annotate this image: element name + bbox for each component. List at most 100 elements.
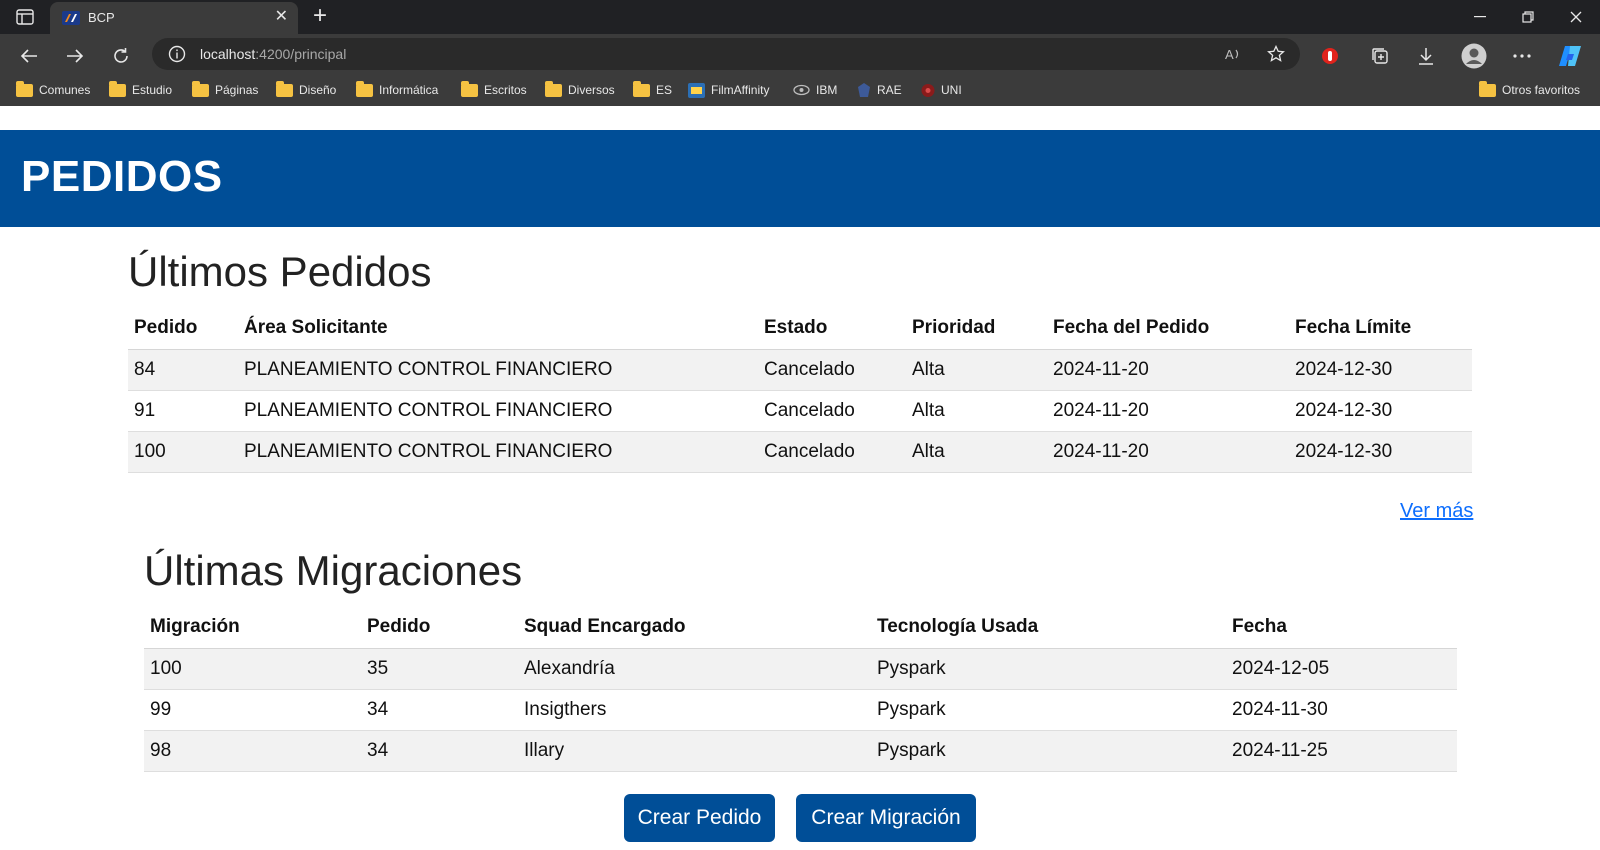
more-options-icon[interactable] — [1508, 42, 1536, 70]
uni-icon — [921, 83, 935, 97]
url-host: localhost — [200, 46, 256, 62]
site-info-icon[interactable] — [168, 45, 186, 68]
minimize-icon[interactable] — [1470, 7, 1490, 27]
table-row[interactable]: 91 PLANEAMIENTO CONTROL FINANCIERO Cance… — [128, 390, 1472, 432]
bookmark-informatica[interactable]: Informática — [356, 80, 438, 100]
download-icon[interactable] — [1412, 42, 1440, 70]
bookmarks-bar: Comunes Estudio Páginas Diseño Informáti… — [0, 74, 1600, 106]
table-cell: Pyspark — [871, 689, 1226, 731]
table-cell: 2024-12-30 — [1289, 390, 1472, 432]
migraciones-table: Migración Pedido Squad Encargado Tecnolo… — [144, 606, 1457, 772]
table-cell: 2024-11-30 — [1226, 689, 1457, 731]
bookmark-comunes[interactable]: Comunes — [16, 80, 90, 100]
rae-icon — [858, 83, 870, 97]
table-cell: Alta — [906, 349, 1047, 391]
copilot-icon[interactable] — [1556, 42, 1584, 70]
ver-mas-link[interactable]: Ver más — [1400, 500, 1473, 523]
table-cell: 100 — [128, 431, 238, 473]
page-title: PEDIDOS — [21, 152, 223, 201]
pedidos-section-title: Últimos Pedidos — [128, 248, 432, 295]
bookmark-es[interactable]: ES — [633, 80, 672, 100]
folder-icon — [192, 80, 209, 97]
bookmark-diseno[interactable]: Diseño — [276, 80, 336, 100]
bookmark-otros-favoritos[interactable]: Otros favoritos — [1479, 80, 1580, 100]
crear-pedido-button[interactable]: Crear Pedido — [624, 794, 775, 842]
table-header-row: Pedido Área Solicitante Estado Prioridad… — [128, 307, 1472, 350]
migraciones-section-title: Últimas Migraciones — [144, 547, 523, 594]
table-cell: 2024-11-20 — [1047, 390, 1289, 432]
column-header: Fecha — [1226, 606, 1457, 649]
bcp-favicon-icon — [62, 11, 80, 25]
back-icon[interactable] — [15, 42, 43, 70]
table-cell: 100 — [144, 648, 361, 690]
bookmark-paginas[interactable]: Páginas — [192, 80, 258, 100]
close-tab-icon[interactable]: ✕ — [275, 9, 288, 25]
bookmark-estudio[interactable]: Estudio — [109, 80, 172, 100]
profile-avatar-icon[interactable] — [1460, 42, 1488, 70]
bookmark-escritos[interactable]: Escritos — [461, 80, 527, 100]
table-cell: Pyspark — [871, 648, 1226, 690]
column-header: Fecha del Pedido — [1047, 307, 1289, 350]
restore-icon[interactable] — [1518, 7, 1538, 27]
collections-icon[interactable] — [1366, 42, 1394, 70]
forward-icon[interactable] — [61, 42, 89, 70]
table-cell: 2024-11-25 — [1226, 730, 1457, 772]
address-bar[interactable]: localhost:4200/principal A — [152, 38, 1300, 70]
favorite-star-icon[interactable] — [1266, 44, 1286, 64]
table-cell: PLANEAMIENTO CONTROL FINANCIERO — [238, 390, 758, 432]
browser-tab-bar: BCP ✕ + — [0, 0, 1600, 34]
bookmark-ibm[interactable]: IBM — [793, 80, 837, 100]
bookmark-rae[interactable]: RAE — [857, 80, 902, 100]
url-path: :4200/principal — [255, 46, 347, 62]
folder-icon — [276, 80, 293, 97]
folder-icon — [109, 80, 126, 97]
table-cell: Cancelado — [758, 431, 906, 473]
table-cell: Cancelado — [758, 390, 906, 432]
table-cell: PLANEAMIENTO CONTROL FINANCIERO — [238, 349, 758, 391]
table-cell: Alexandría — [518, 648, 871, 690]
folder-icon — [633, 80, 650, 97]
url-text[interactable]: localhost:4200/principal — [200, 46, 346, 62]
column-header: Estado — [758, 307, 906, 350]
tab-actions-icon[interactable] — [12, 6, 38, 28]
table-cell: 2024-12-05 — [1226, 648, 1457, 690]
table-header-row: Migración Pedido Squad Encargado Tecnolo… — [144, 606, 1457, 649]
column-header: Fecha Límite — [1289, 307, 1472, 350]
table-row[interactable]: 99 34 Insigthers Pyspark 2024-11-30 — [144, 689, 1457, 731]
table-row[interactable]: 100 PLANEAMIENTO CONTROL FINANCIERO Canc… — [128, 431, 1472, 473]
column-header: Área Solicitante — [238, 307, 758, 350]
extension-icon[interactable] — [1316, 42, 1344, 70]
pedidos-table: Pedido Área Solicitante Estado Prioridad… — [128, 307, 1472, 473]
table-cell: 91 — [128, 390, 238, 432]
folder-icon — [356, 80, 373, 97]
folder-icon — [16, 80, 33, 97]
table-cell: PLANEAMIENTO CONTROL FINANCIERO — [238, 431, 758, 473]
table-cell: 84 — [128, 349, 238, 391]
browser-toolbar: localhost:4200/principal A Comunes Estud… — [0, 34, 1600, 106]
crear-migracion-button[interactable]: Crear Migración — [796, 794, 976, 842]
table-cell: 34 — [361, 689, 518, 731]
table-cell: Alta — [906, 431, 1047, 473]
table-cell: 34 — [361, 730, 518, 772]
bookmark-uni[interactable]: UNI — [921, 80, 962, 100]
read-aloud-icon[interactable]: A — [1224, 44, 1244, 64]
close-window-icon[interactable] — [1566, 7, 1586, 27]
table-row[interactable]: 100 35 Alexandría Pyspark 2024-12-05 — [144, 648, 1457, 690]
table-row[interactable]: 84 PLANEAMIENTO CONTROL FINANCIERO Cance… — [128, 349, 1472, 391]
table-cell: 2024-12-30 — [1289, 349, 1472, 391]
bookmark-diversos[interactable]: Diversos — [545, 80, 615, 100]
ibm-icon — [793, 84, 810, 96]
bookmark-filmaffinity[interactable]: FilmAffinity — [688, 80, 769, 100]
table-cell: Cancelado — [758, 349, 906, 391]
table-cell: Insigthers — [518, 689, 871, 731]
svg-text:A: A — [1225, 47, 1234, 62]
table-cell: 2024-12-30 — [1289, 431, 1472, 473]
table-cell: 35 — [361, 648, 518, 690]
reload-icon[interactable] — [107, 42, 135, 70]
filmaffinity-icon — [688, 82, 705, 98]
folder-icon — [545, 80, 562, 97]
browser-tab[interactable]: BCP ✕ — [50, 2, 298, 34]
new-tab-icon[interactable]: + — [306, 4, 334, 28]
table-row[interactable]: 98 34 Illary Pyspark 2024-11-25 — [144, 730, 1457, 772]
column-header: Tecnología Usada — [871, 606, 1226, 649]
